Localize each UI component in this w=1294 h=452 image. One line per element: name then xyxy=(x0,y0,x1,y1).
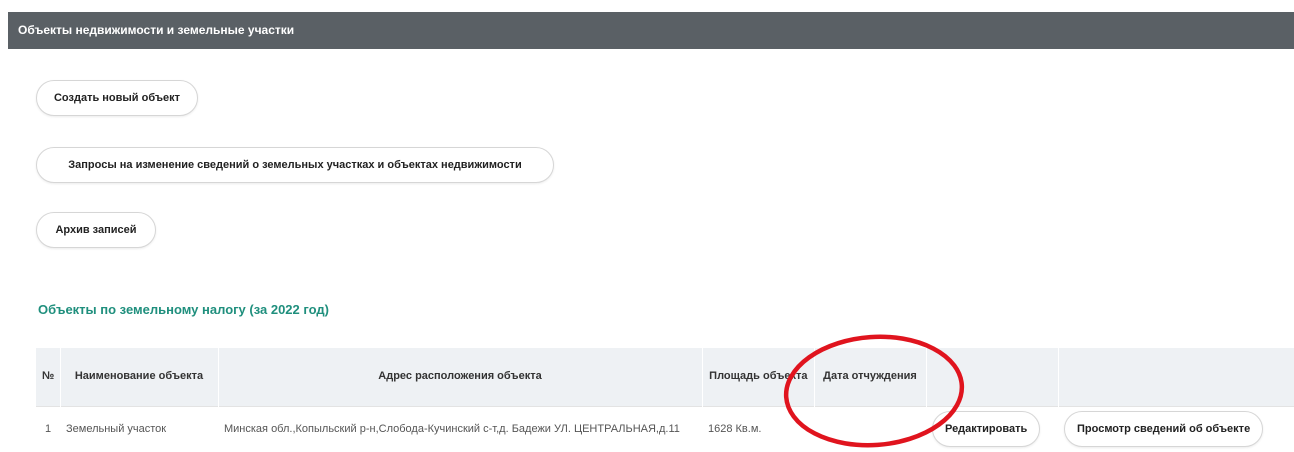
table-row: 1 Земельный участок Минская обл.,Копыльс… xyxy=(36,405,1294,452)
col-header-number: № xyxy=(36,348,61,406)
cell-name: Земельный участок xyxy=(60,405,218,452)
edit-button[interactable]: Редактировать xyxy=(932,411,1041,448)
objects-table-wrap: № Наименование объекта Адрес расположени… xyxy=(36,348,1294,452)
view-details-button[interactable]: Просмотр сведений об объекте xyxy=(1064,411,1264,448)
cell-address: Минская обл.,Копыльский р-н,Слобода-Кучи… xyxy=(218,405,702,452)
page: Объекты недвижимости и земельные участки… xyxy=(0,0,1294,452)
col-header-area: Площадь объекта xyxy=(702,348,815,406)
table-header-row: № Наименование объекта Адрес расположени… xyxy=(36,348,1294,406)
cell-view: Просмотр сведений об объекте xyxy=(1058,405,1294,452)
change-requests-button[interactable]: Запросы на изменение сведений о земельны… xyxy=(36,147,554,183)
col-header-name: Наименование объекта xyxy=(60,348,219,406)
cell-area: 1628 Кв.м. xyxy=(702,405,814,452)
create-object-button[interactable]: Создать новый объект xyxy=(36,80,198,116)
archive-button[interactable]: Архив записей xyxy=(36,212,156,248)
objects-table: № Наименование объекта Адрес расположени… xyxy=(36,348,1294,452)
panel-title: Объекты недвижимости и земельные участки xyxy=(18,23,295,37)
col-header-address: Адрес расположения объекта xyxy=(218,348,703,406)
col-header-edit xyxy=(926,348,1059,406)
section-title: Объекты по земельному налогу (за 2022 го… xyxy=(38,302,329,317)
cell-edit: Редактировать xyxy=(926,405,1058,452)
panel-header: Объекты недвижимости и земельные участки xyxy=(8,12,1294,49)
cell-disposal-date xyxy=(814,405,926,452)
col-header-disposal-date: Дата отчуждения xyxy=(814,348,927,406)
col-header-view xyxy=(1058,348,1294,406)
cell-number: 1 xyxy=(36,405,60,452)
